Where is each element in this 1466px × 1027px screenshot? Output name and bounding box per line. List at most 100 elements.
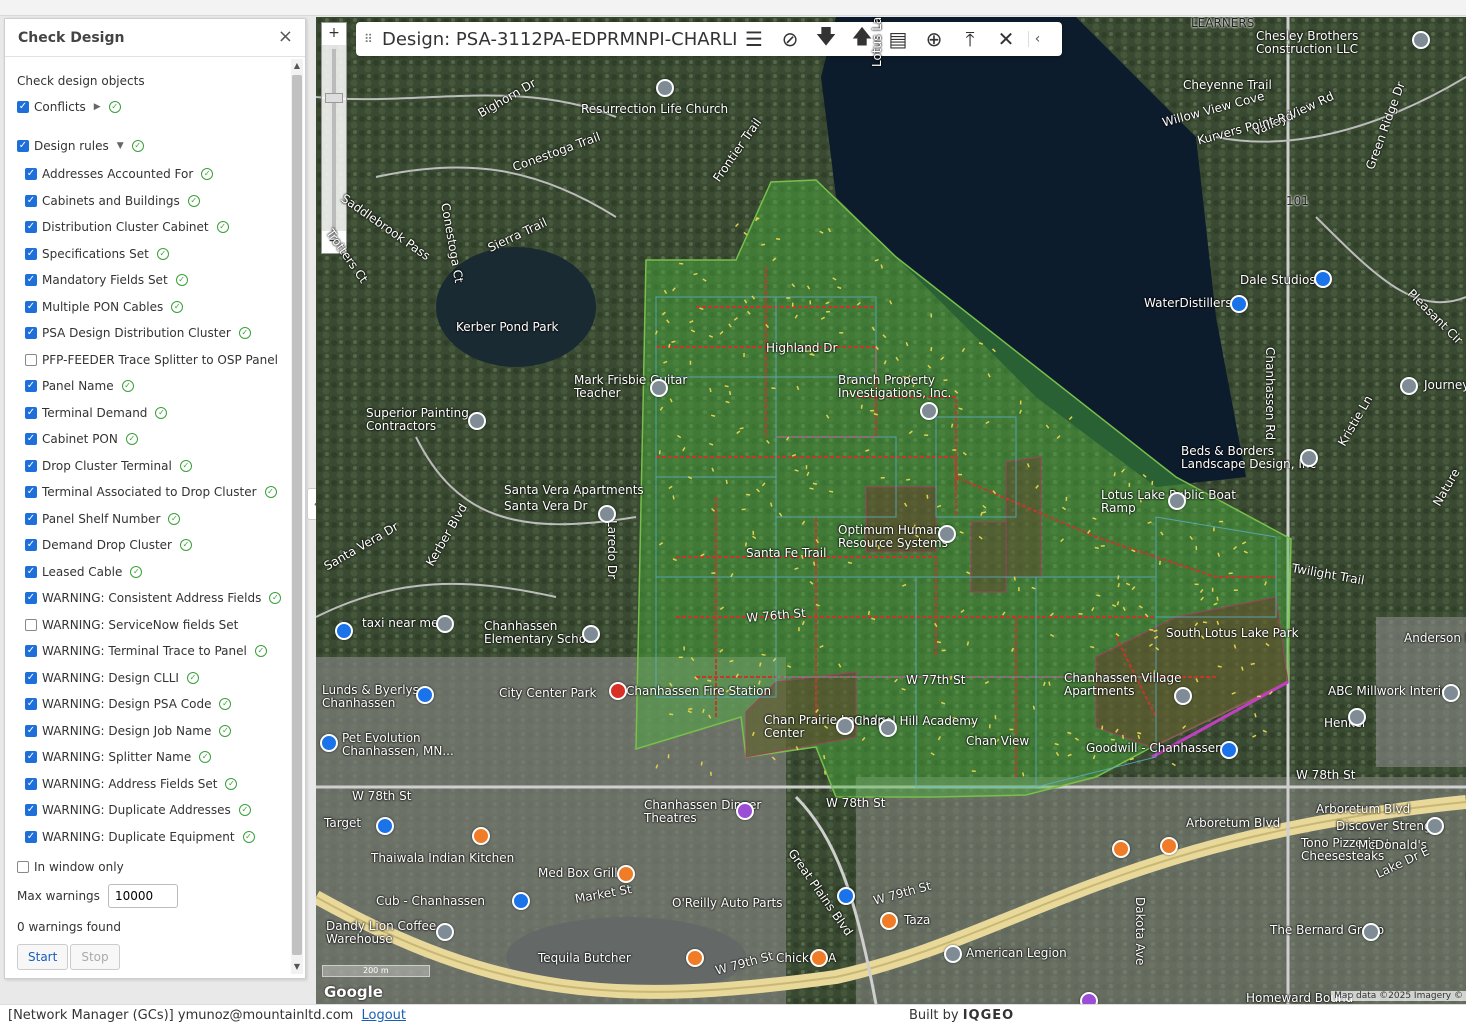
map-marker-icon[interactable] [686,949,704,967]
rule-checkbox[interactable]: ✓ [25,459,37,472]
zoom-handle[interactable] [325,93,343,103]
map-marker-icon[interactable] [1160,837,1178,855]
rule-checkbox[interactable]: ✓ [25,565,37,578]
map-marker-icon[interactable] [1426,817,1444,835]
map-marker-icon[interactable] [598,505,616,523]
map-view[interactable]: + − ⠿ Design: PSA-3112PA-EDPRMNPI-CHARLI… [316,17,1466,1004]
design-rules-checkbox[interactable]: ✓ [17,140,29,152]
map-marker-icon[interactable] [1348,708,1366,726]
in-window-only-checkbox[interactable] [17,861,29,873]
locate-icon[interactable]: ⊕ [916,27,952,51]
zoom-track[interactable] [332,49,336,229]
rule-checkbox[interactable]: ✓ [25,512,37,525]
rule-checkbox[interactable]: ✓ [25,247,37,260]
map-marker-icon[interactable] [1174,687,1192,705]
check-ok-icon: ✓ [225,777,238,790]
map-marker-icon[interactable] [582,625,600,643]
expand-right-icon[interactable]: ▶ [94,102,101,112]
rule-checkbox[interactable]: ✓ [25,221,37,233]
rule-row: ✓ WARNING: Design CLLI ✓ [25,669,199,687]
rule-checkbox[interactable] [25,618,37,631]
start-button[interactable]: Start [17,944,69,970]
map-marker-icon[interactable] [650,379,668,397]
map-marker-icon[interactable] [944,945,962,963]
cancel-icon[interactable]: ⊘ [772,27,808,51]
map-marker-icon[interactable] [1112,840,1130,858]
iqgeo-logo: IQGEO [962,1008,1015,1023]
map-marker-icon[interactable] [879,719,897,737]
rule-checkbox[interactable]: ✓ [25,777,37,790]
rule-checkbox[interactable]: ✓ [25,724,37,737]
rule-checkbox[interactable]: ✓ [25,300,37,313]
map-marker-icon[interactable] [335,622,353,640]
map-marker-icon[interactable] [1220,741,1238,759]
rule-checkbox[interactable]: ✓ [25,592,37,604]
map-marker-icon[interactable] [468,412,486,430]
conflicts-checkbox[interactable]: ✓ [17,101,29,113]
map-marker-icon[interactable] [1362,923,1380,941]
rule-checkbox[interactable]: ✓ [25,645,37,657]
close-design-icon[interactable]: ✕ [988,27,1024,51]
max-warnings-input[interactable] [107,884,178,908]
stop-button[interactable]: Stop [70,944,120,970]
logout-link[interactable]: Logout [362,1008,407,1023]
panel-scrollbar[interactable]: ▲ ▼ [291,59,303,974]
rule-checkbox[interactable]: ✓ [25,274,37,286]
list-icon[interactable]: ☰ [736,27,772,51]
map-label: Chesley Brothers Construction LLC [1256,29,1359,56]
map-marker-icon[interactable] [920,402,938,420]
drag-handle-icon[interactable]: ⠿ [364,32,378,46]
map-marker-icon[interactable] [609,682,627,700]
map-marker-icon[interactable] [837,887,855,905]
rule-checkbox[interactable]: ✓ [25,327,37,339]
scroll-thumb[interactable] [292,75,302,955]
rule-checkbox[interactable]: ✓ [25,406,37,419]
rule-checkbox[interactable]: ✓ [25,671,37,684]
map-marker-icon[interactable] [320,734,338,752]
map-marker-icon[interactable] [836,717,854,735]
expand-down-icon[interactable]: ▼ [117,141,124,151]
scroll-up-icon[interactable]: ▲ [291,59,303,73]
rule-checkbox[interactable]: ✓ [25,380,37,392]
map-marker-icon[interactable] [1412,31,1430,49]
rule-label: WARNING: Address Fields Set [42,776,218,791]
map-marker-icon[interactable] [810,949,828,967]
rule-checkbox[interactable]: ✓ [25,168,37,180]
close-icon[interactable]: × [278,28,293,46]
rule-checkbox[interactable]: ✓ [25,830,37,843]
map-marker-icon[interactable] [1080,992,1098,1004]
map-marker-icon[interactable] [1442,684,1460,702]
zoom-in-button[interactable]: + [322,23,346,45]
map-marker-icon[interactable] [938,525,956,543]
map-marker-icon[interactable] [1314,270,1332,288]
rule-checkbox[interactable]: ✓ [25,751,37,763]
map-marker-icon[interactable] [472,827,490,845]
check-ok-icon: ✓ [199,751,212,763]
arrow-down-icon[interactable]: 🡇 [808,22,844,56]
map-marker-icon[interactable] [1400,377,1418,395]
rule-checkbox[interactable]: ✓ [25,804,37,816]
map-marker-icon[interactable] [436,923,454,941]
rule-checkbox[interactable]: ✓ [25,539,37,551]
rule-checkbox[interactable] [25,353,37,366]
rule-checkbox[interactable]: ✓ [25,698,37,710]
chevron-left-icon[interactable]: ‹ [1028,31,1046,47]
map-marker-icon[interactable] [736,802,754,820]
map-marker-icon[interactable] [1300,449,1318,467]
map-marker-icon[interactable] [512,892,530,910]
check-ok-icon: ✓ [186,671,199,684]
rule-checkbox[interactable]: ✓ [25,486,37,498]
rule-checkbox[interactable]: ✓ [25,194,37,207]
map-marker-icon[interactable] [880,912,898,930]
details-icon[interactable]: ▤ [880,27,916,51]
rule-checkbox[interactable]: ✓ [25,433,37,445]
map-marker-icon[interactable] [416,686,434,704]
map-marker-icon[interactable] [617,865,635,883]
map-marker-icon[interactable] [1168,492,1186,510]
map-marker-icon[interactable] [436,615,454,633]
scroll-down-icon[interactable]: ▼ [291,960,303,974]
map-marker-icon[interactable] [376,817,394,835]
move-top-icon[interactable]: ⤒ [952,27,988,51]
map-marker-icon[interactable] [1230,295,1248,313]
map-marker-icon[interactable] [656,79,674,97]
